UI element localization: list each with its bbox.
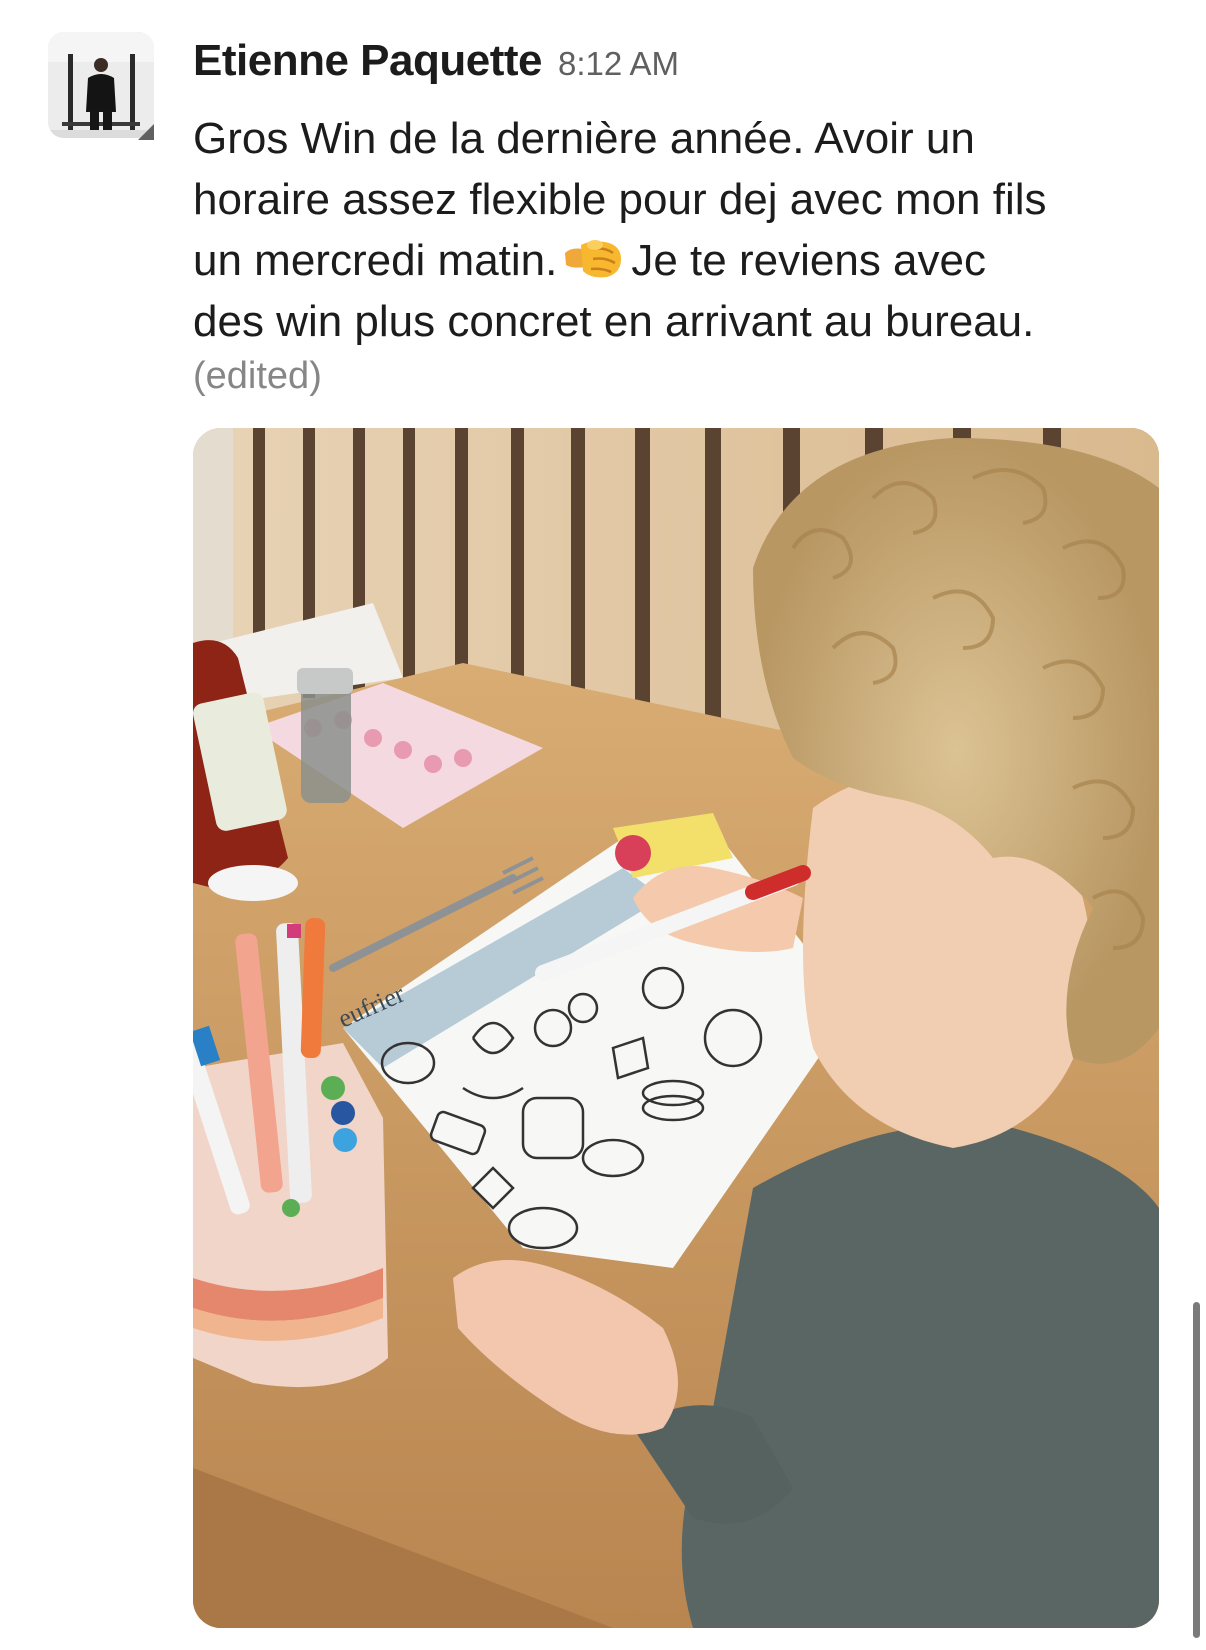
message-header: Etienne Paquette 8:12 AM xyxy=(193,36,679,96)
child-coloring-photo: eufrier xyxy=(193,428,1159,1628)
message-line-part: Je te reviens avec xyxy=(631,236,986,285)
image-attachment[interactable]: eufrier xyxy=(193,428,1159,1628)
message-line: un mercredi matin. Je te reviens avec xyxy=(193,230,1173,291)
message-body: Gros Win de la dernière année. Avoir un … xyxy=(193,108,1173,352)
message-line: des win plus concret en arrivant au bure… xyxy=(193,297,1035,346)
sender-name[interactable]: Etienne Paquette xyxy=(193,36,542,86)
message-line-part: un mercredi matin. xyxy=(193,236,558,285)
message-line: Gros Win de la dernière année. Avoir un xyxy=(193,114,975,163)
sender-avatar[interactable] xyxy=(48,32,154,138)
scrollbar-thumb[interactable] xyxy=(1193,1302,1200,1638)
message-container: Etienne Paquette 8:12 AM Gros Win de la … xyxy=(0,0,1206,1650)
right-facing-fist-emoji[interactable] xyxy=(563,236,625,280)
edited-label: (edited) xyxy=(193,355,322,397)
message-timestamp[interactable]: 8:12 AM xyxy=(558,45,679,83)
avatar-photo xyxy=(48,32,154,138)
message-line: horaire assez flexible pour dej avec mon… xyxy=(193,175,1047,224)
status-corner-indicator xyxy=(138,124,154,140)
